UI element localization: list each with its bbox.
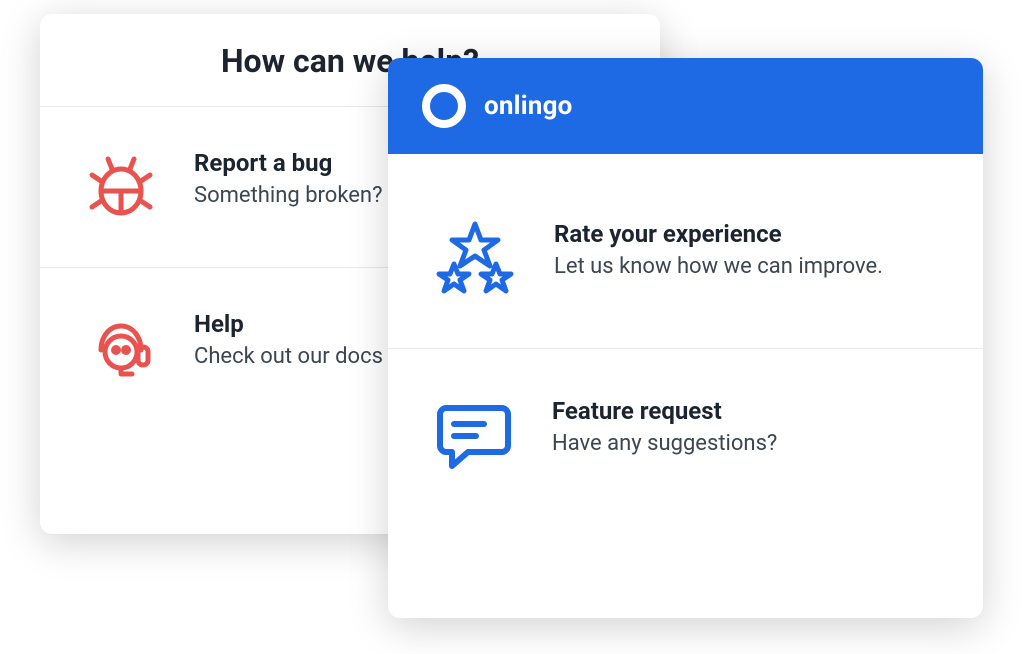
option-desc: Have any suggestions? bbox=[552, 429, 939, 460]
option-text: Rate your experience Let us know how we … bbox=[554, 216, 939, 283]
front-options-list: Rate your experience Let us know how we … bbox=[388, 154, 983, 525]
bug-icon bbox=[82, 147, 160, 225]
option-title: Feature request bbox=[552, 397, 939, 425]
option-title: Rate your experience bbox=[554, 220, 939, 248]
panel-header: onlingo bbox=[388, 58, 983, 154]
brand-logo-icon bbox=[422, 84, 466, 128]
chat-message-icon bbox=[432, 393, 516, 477]
stars-icon bbox=[432, 216, 518, 300]
option-feature-request[interactable]: Feature request Have any suggestions? bbox=[388, 349, 983, 525]
option-rate-experience[interactable]: Rate your experience Let us know how we … bbox=[388, 172, 983, 349]
brand-name: onlingo bbox=[484, 91, 573, 121]
option-desc: Let us know how we can improve. bbox=[554, 252, 939, 283]
option-text: Feature request Have any suggestions? bbox=[552, 393, 939, 460]
support-headset-icon bbox=[82, 308, 160, 386]
help-panel-front: onlingo Rate your experience Let us know… bbox=[388, 58, 983, 618]
